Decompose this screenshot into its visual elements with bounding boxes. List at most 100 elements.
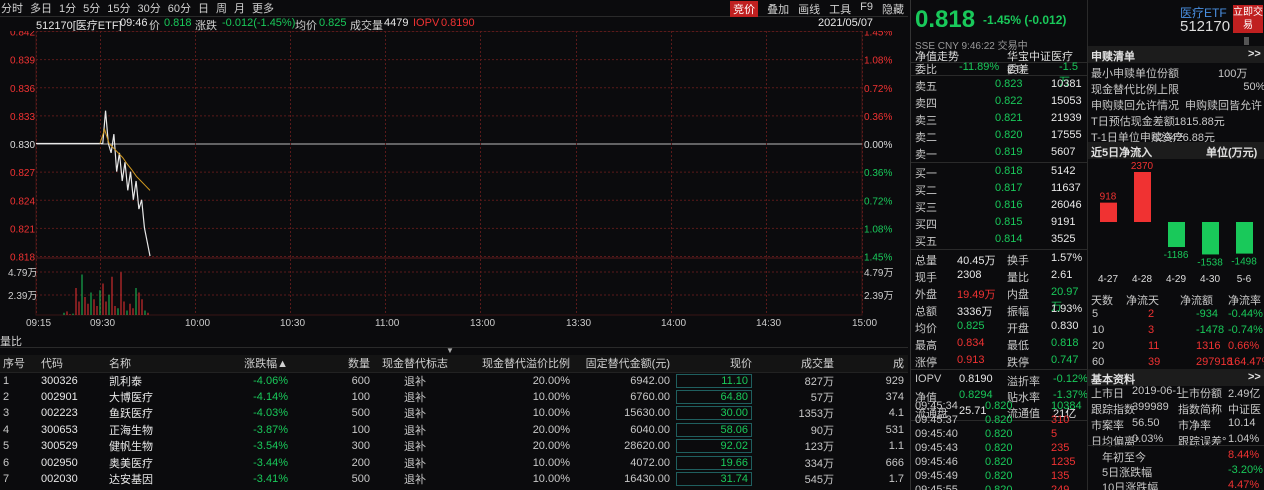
period-5[interactable]: 30分: [138, 0, 161, 16]
table-row[interactable]: 5 300529 健帆生物 -3.54% 300 退补 20.00% 28620.00 92.0…: [0, 438, 908, 455]
cell-text: 002030: [41, 473, 78, 486]
shengou-header: 申赎清单 >>: [1088, 46, 1264, 63]
fund-code: 512170: [1180, 18, 1231, 35]
tool-4[interactable]: F9: [860, 1, 873, 17]
ob-text: 1.57%: [1051, 252, 1083, 264]
ob-text: 0.820: [985, 428, 1013, 440]
far-text: 2019-06-1: [1132, 385, 1183, 397]
cell-4: 300: [292, 438, 374, 455]
period-4[interactable]: 15分: [107, 0, 130, 16]
cell-4: 200: [292, 455, 374, 472]
x-tick: 11:00: [375, 318, 400, 329]
ob-text: 0.820: [985, 456, 1013, 468]
tool-3[interactable]: 工具: [829, 1, 851, 17]
cell-0: 6: [0, 455, 38, 472]
ob-text: 11637: [1051, 182, 1081, 194]
flow-date: 4-29: [1166, 274, 1186, 285]
table-row[interactable]: 2 002901 大博医疗 -4.14% 100 退补 10.00% 6760.00 64.80…: [0, 389, 908, 406]
period-6[interactable]: 60分: [168, 0, 191, 16]
x-tick: 09:30: [90, 318, 115, 329]
price-value: 0.818: [164, 17, 192, 29]
cell-2: 凯利泰: [106, 372, 214, 389]
ob-text: 卖四: [915, 98, 937, 110]
period-10[interactable]: 更多: [252, 0, 274, 16]
cell-6: 20.00%: [456, 438, 574, 455]
table-row[interactable]: 1 300326 凯利泰 -4.06% 600 退补 20.00% 6942.00 11.10 8…: [0, 372, 908, 389]
cell-text: -4.03%: [253, 407, 288, 420]
col-header-9[interactable]: 成交量: [756, 355, 838, 373]
far-text: -0.74%: [1228, 324, 1263, 336]
ask-row: 卖四 0.822 15053: [911, 93, 1087, 110]
table-row[interactable]: 3 002223 鱼跃医疗 -4.03% 500 退补 10.00% 15630.00 30.0…: [0, 405, 908, 422]
table-row[interactable]: 6 002950 奥美医疗 -3.44% 200 退补 10.00% 4072.00 19.66…: [0, 455, 908, 472]
col-header-4[interactable]: 数量: [292, 355, 374, 373]
intraday-chart[interactable]: 0.842 1.45% 0.839 1.08% 0.836 0.72% 0.833 0.36%…: [0, 31, 908, 331]
period-8[interactable]: 周: [216, 0, 227, 16]
constituents-table[interactable]: 序号 代码 名称 涨跌幅▲ 数量 现金替代标志 现金替代溢价比例 固定替代金额(元) 现价 成交量…: [0, 355, 908, 490]
period-9[interactable]: 月: [234, 0, 245, 16]
ob-text: 买一: [915, 168, 937, 180]
tool-5[interactable]: 隐藏: [882, 1, 904, 17]
cell-5: 退补: [374, 389, 456, 406]
period-2[interactable]: 1分: [59, 0, 76, 16]
collapse-icon[interactable]: ▼: [446, 346, 454, 355]
stat-row: 外盘 19.49万 内盘 20.97万: [911, 284, 1087, 313]
scroll-icon[interactable]: [1244, 37, 1249, 45]
weibi-row: 委比 -11.89% 委差 -1.5万: [911, 59, 1087, 88]
col-header-10[interactable]: 成: [838, 355, 908, 373]
avg-line: [99, 127, 151, 191]
col-header-7[interactable]: 固定替代金额(元): [574, 355, 674, 373]
cell-text: 374: [885, 390, 904, 403]
col-header-3[interactable]: 涨跌幅▲: [214, 355, 292, 373]
y-tick-right: 1.08%: [864, 224, 892, 235]
col-header-6[interactable]: 现金替代溢价比例: [456, 355, 574, 373]
ob-text: 卖二: [915, 132, 937, 144]
cell-text: 28620.00: [624, 440, 670, 453]
cell-2: 奥美医疗: [106, 455, 214, 472]
col-header-8[interactable]: 现价: [674, 355, 756, 373]
col-header-2[interactable]: 名称: [106, 355, 214, 373]
period-7[interactable]: 日: [198, 0, 209, 16]
cell-10: 1.7: [838, 471, 908, 488]
far-text: >>: [1248, 48, 1261, 60]
tick-row: 09:45:55 0.820 249: [911, 482, 1087, 490]
tool-0[interactable]: 竞价: [730, 1, 759, 17]
flow-bar: [1100, 202, 1117, 222]
far-text: 10日涨跌幅: [1102, 482, 1159, 490]
avg-value: 0.825: [319, 17, 347, 29]
trade-button[interactable]: 立即交易: [1233, 5, 1263, 33]
table-row[interactable]: 7 002030 达安基因 -3.41% 500 退补 10.00% 16430.00 31.7…: [0, 471, 908, 488]
cell-text: 退补: [404, 474, 426, 487]
cell-1: 300529: [38, 438, 106, 455]
y-tick-left: 0.833: [10, 112, 35, 123]
shengou-row: 现金替代比例上限 50%: [1088, 79, 1264, 96]
table-row[interactable]: 4 300653 正海生物 -3.87% 100 退补 20.00% 6040.00 58.06…: [0, 422, 908, 439]
big-change: -1.45% (-0.012): [983, 13, 1067, 27]
y-tick-left: 0.836: [10, 84, 35, 95]
cell-text: 531: [885, 423, 904, 436]
cell-text: 退补: [404, 375, 426, 388]
cell-text: 500: [351, 407, 370, 420]
cell-3: -4.14%: [214, 389, 292, 406]
tool-1[interactable]: 叠加: [767, 1, 789, 17]
period-0[interactable]: 分时: [1, 0, 23, 16]
period-3[interactable]: 5分: [83, 0, 100, 16]
cell-text: 3: [3, 407, 10, 420]
tool-2[interactable]: 画线: [798, 1, 820, 17]
ob-text: 0.816: [995, 199, 1023, 211]
ob-text: 0.747: [1051, 354, 1079, 366]
col-header-0[interactable]: 序号: [0, 355, 38, 373]
cell-text: 123万: [804, 441, 834, 454]
splitter[interactable]: ▼: [0, 346, 908, 355]
ob-text: 0.825: [957, 320, 985, 332]
y-tick-right: 1.45%: [864, 31, 892, 39]
stat-row: 总额 3336万 振幅 1.93%: [911, 301, 1087, 318]
col-header-1[interactable]: 代码: [38, 355, 106, 373]
x-tick: 13:30: [566, 318, 591, 329]
col-header-5[interactable]: 现金替代标志: [374, 355, 456, 373]
period-1[interactable]: 多日: [30, 0, 52, 16]
ob-text: 0.815: [995, 216, 1023, 228]
cell-text: 200: [351, 456, 370, 469]
cell-text: 90万: [810, 424, 834, 437]
cell-text: 002950: [41, 456, 78, 469]
